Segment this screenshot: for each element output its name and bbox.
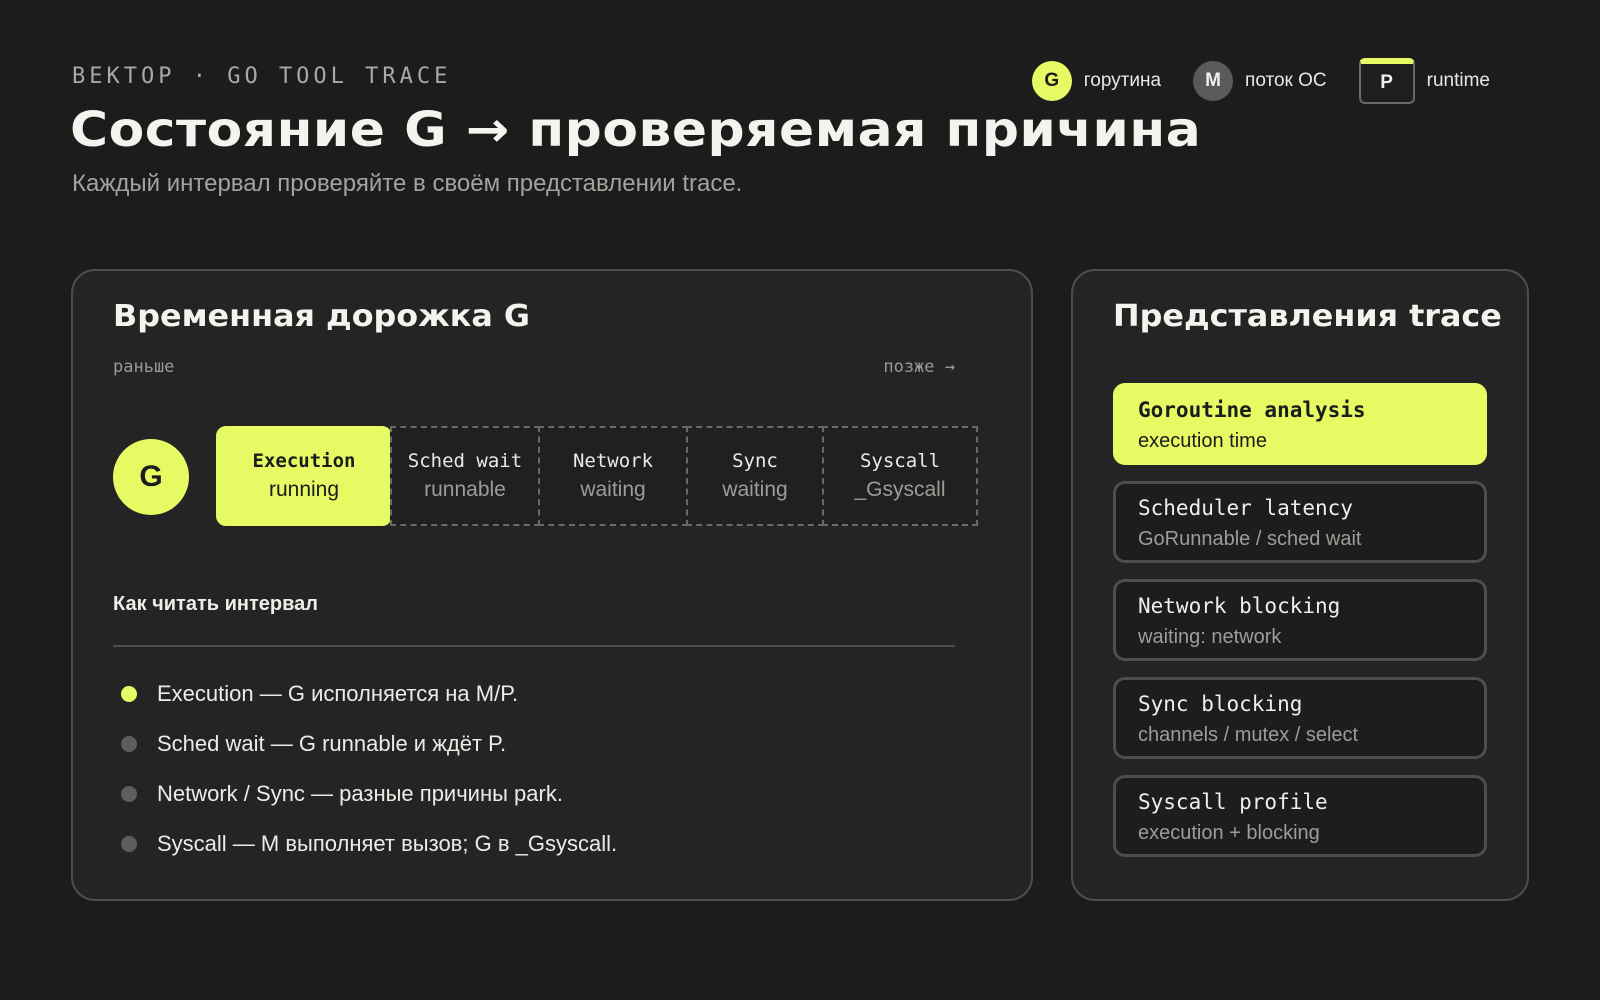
legend-label: горутина [1083, 70, 1162, 91]
view-detail: execution + blocking [1138, 822, 1320, 844]
bullet-icon [121, 686, 137, 702]
divider [113, 645, 955, 647]
legend: G горутина M поток ОС P runtime [1031, 58, 1490, 104]
list-item: Network / Sync — разные причины park. [121, 769, 617, 819]
view-name: Syscall profile [1138, 790, 1328, 814]
segment-name: Sched wait [407, 450, 523, 472]
segment-name: Sync [732, 450, 778, 472]
note-text: Network / Sync — разные причины park. [157, 781, 563, 806]
view-name: Scheduler latency [1138, 496, 1353, 520]
earlier-label: раньше [113, 357, 175, 377]
page-title: Состояние G → проверяемая причина [70, 102, 1202, 158]
timeline-title: Временная дорожка G [113, 299, 531, 334]
segment-name: Execution [252, 450, 356, 472]
segment-state: running [268, 478, 340, 501]
timeline-panel: Временная дорожка G раньше позже → G Exe… [71, 269, 1033, 901]
view-sync-blocking[interactable]: Sync blocking channels / mutex / select [1113, 677, 1487, 759]
view-scheduler-latency[interactable]: Scheduler latency GoRunnable / sched wai… [1113, 481, 1487, 563]
view-syscall-profile[interactable]: Syscall profile execution + blocking [1113, 775, 1487, 857]
segment-state: waiting [580, 478, 646, 501]
segment-state: runnable [424, 478, 506, 501]
legend-label: поток ОС [1245, 70, 1327, 91]
bullet-icon [121, 786, 137, 802]
view-name: Goroutine analysis [1138, 398, 1366, 422]
segment-name: Syscall [859, 450, 941, 472]
view-detail: GoRunnable / sched wait [1138, 528, 1362, 550]
bullet-icon [121, 736, 137, 752]
segment-state: _Gsyscall [854, 478, 946, 501]
note-text: Syscall — M выполняет вызов; G в _Gsysca… [157, 831, 618, 856]
view-network-blocking[interactable]: Network blocking waiting: network [1113, 579, 1487, 661]
goroutine-icon: G [1031, 61, 1072, 101]
segment-sync: Sync waiting [686, 426, 824, 526]
timeline-track: Execution running Sched wait runnable Ne… [216, 426, 978, 528]
processor-icon: P [1358, 58, 1415, 104]
goroutine-icon: G [113, 439, 189, 515]
list-item: Syscall — M выполняет вызов; G в _Gsysca… [121, 819, 617, 869]
timeline-axis: раньше позже → [113, 357, 955, 377]
segment-execution: Execution running [216, 426, 392, 526]
list-item: Sched wait — G runnable и ждёт P. [121, 719, 617, 769]
later-label: позже → [883, 357, 955, 377]
view-name: Network blocking [1138, 594, 1341, 618]
eyebrow: ВЕКТОР · GO TOOL TRACE [72, 64, 452, 89]
views-panel: Представления trace Goroutine analysis e… [1071, 269, 1529, 901]
bullet-icon [121, 836, 137, 852]
segment-network: Network waiting [538, 426, 688, 526]
view-detail: channels / mutex / select [1138, 724, 1359, 746]
segment-state: waiting [722, 478, 788, 501]
legend-item-runtime: P runtime [1358, 58, 1490, 104]
notes-list: Execution — G исполняется на M/P. Sched … [121, 669, 617, 869]
legend-label: runtime [1426, 70, 1490, 91]
views-list: Goroutine analysis execution time Schedu… [1113, 383, 1487, 873]
legend-item-goroutine: G горутина [1031, 61, 1162, 101]
howto-heading: Как читать интервал [113, 593, 318, 615]
segment-name: Network [572, 450, 654, 472]
view-detail: execution time [1138, 430, 1267, 452]
thread-icon: M [1193, 61, 1234, 101]
view-name: Sync blocking [1138, 692, 1303, 716]
view-detail: waiting: network [1138, 626, 1282, 648]
view-goroutine-analysis[interactable]: Goroutine analysis execution time [1113, 383, 1487, 465]
segment-syscall: Syscall _Gsyscall [822, 426, 978, 526]
segment-sched-wait: Sched wait runnable [390, 426, 540, 526]
note-text: Sched wait — G runnable и ждёт P. [157, 731, 507, 756]
legend-item-thread: M поток ОС [1193, 61, 1327, 101]
views-title: Представления trace [1113, 299, 1502, 334]
page-subtitle: Каждый интервал проверяйте в своём предс… [72, 170, 743, 197]
list-item: Execution — G исполняется на M/P. [121, 669, 617, 719]
note-text: Execution — G исполняется на M/P. [157, 681, 519, 706]
